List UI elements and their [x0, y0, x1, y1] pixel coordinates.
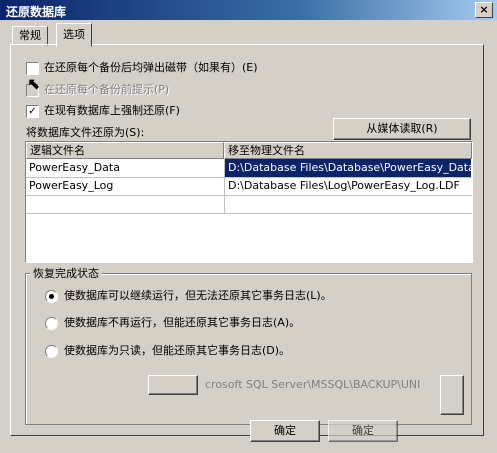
column-header-logical[interactable]: 逻辑文件名: [26, 142, 224, 159]
tab-general[interactable]: 常规: [12, 26, 48, 46]
checkbox-box[interactable]: ✓: [26, 104, 39, 118]
window-titlebar: 还原数据库 ×: [0, 0, 497, 20]
eject-tape-checkbox[interactable]: 在还原每个备份后均弹出磁带（如果有）(E): [26, 60, 258, 76]
browse-button[interactable]: [440, 375, 464, 415]
recovery-option-standby[interactable]: 使数据库为只读，但能还原其它事务日志(D)。: [45, 343, 290, 359]
mouse-cursor-icon: ⬉: [27, 74, 41, 93]
grid-cell-logical[interactable]: PowerEasy_Log: [26, 177, 222, 195]
checkbox-box[interactable]: [26, 61, 39, 75]
recovery-option-label: 使数据库为只读，但能还原其它事务日志(D)。: [64, 344, 291, 357]
grid-cell-physical[interactable]: D:\Database Files\Log\PowerEasy_Log.LDF: [225, 177, 471, 195]
tab-options[interactable]: 选项: [56, 23, 92, 47]
recovery-option-label: 使数据库不再运行，但能还原其它事务日志(A)。: [64, 316, 301, 329]
restore-as-label: 将数据库文件还原为(S):: [26, 126, 145, 139]
window-title: 还原数据库: [6, 5, 67, 19]
grid-cell-physical[interactable]: D:\Database Files\Database\PowerEasy_Dat…: [225, 159, 471, 177]
radio-button[interactable]: [45, 289, 58, 303]
ok-button[interactable]: 确定: [250, 420, 320, 442]
column-header-physical[interactable]: 移至物理文件名: [224, 142, 472, 159]
force-restore-label: 在现有数据库上强制还原(F): [44, 104, 180, 117]
recovery-state-label: 恢复完成状态: [30, 265, 102, 281]
undo-file-path-ghost: crosoft SQL Server\MSSQL\BACKUP\UNI: [205, 378, 421, 391]
prompt-checkbox: 在还原每个备份前提示(P): [26, 82, 169, 98]
radio-button[interactable]: [45, 316, 58, 330]
radio-button[interactable]: [45, 344, 58, 358]
force-restore-checkbox[interactable]: ✓ 在现有数据库上强制还原(F): [26, 103, 180, 119]
read-from-media-button[interactable]: 从媒体读取(R): [333, 118, 471, 140]
recovery-option-norecovery[interactable]: 使数据库不再运行，但能还原其它事务日志(A)。: [45, 315, 300, 331]
grid-cell-logical[interactable]: PowerEasy_Data: [26, 159, 222, 177]
recovery-option-label: 使数据库可以继续运行，但无法还原其它事务日志(L)。: [64, 289, 332, 302]
close-icon[interactable]: ×: [475, 2, 493, 18]
ok-button-ghost: 确定: [328, 420, 398, 442]
eject-tape-label: 在还原每个备份后均弹出磁带（如果有）(E): [44, 61, 258, 74]
recovery-option-operational[interactable]: 使数据库可以继续运行，但无法还原其它事务日志(L)。: [45, 288, 332, 304]
file-grid[interactable]: 逻辑文件名 移至物理文件名 PowerEasy_Data D:\Database…: [25, 141, 473, 263]
prompt-label: 在还原每个备份前提示(P): [44, 83, 170, 96]
ghost-field: [148, 375, 198, 395]
